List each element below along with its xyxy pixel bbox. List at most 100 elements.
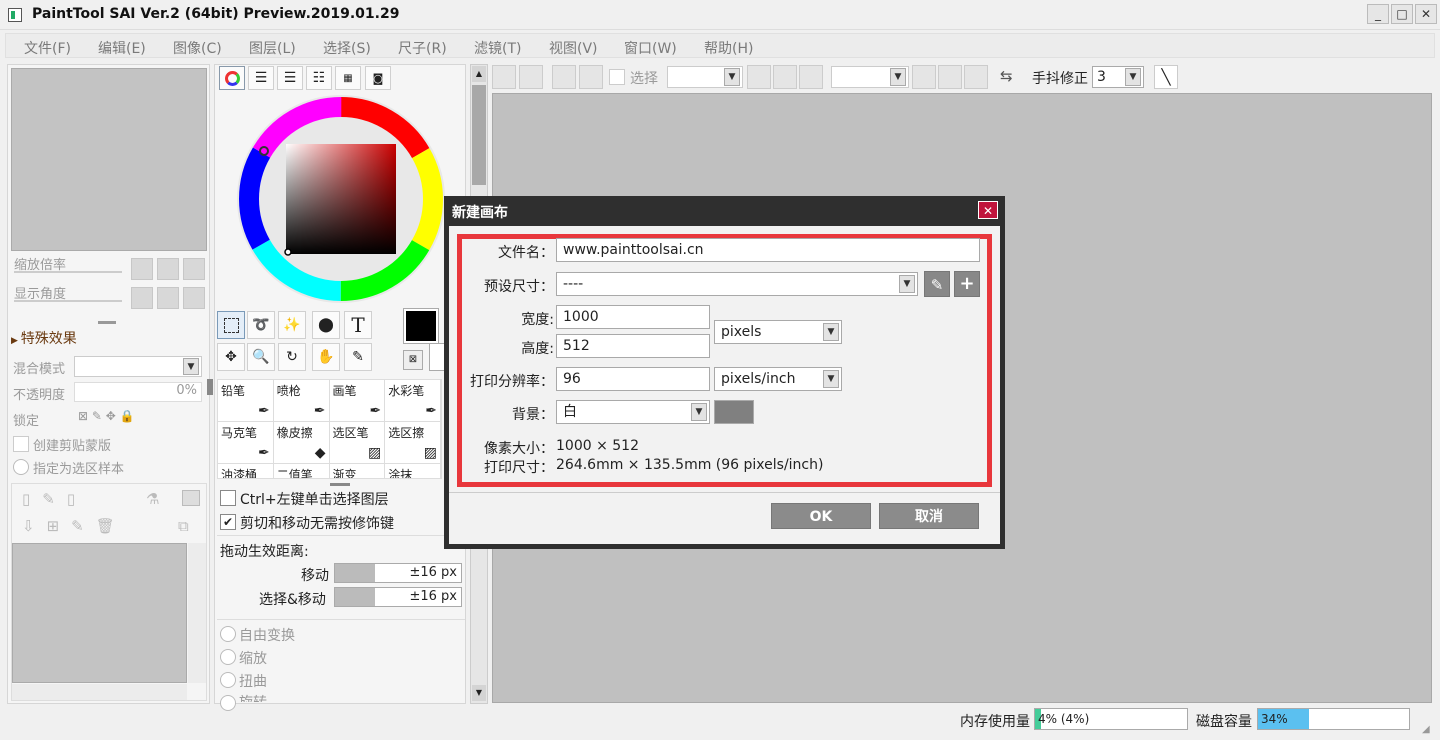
zoom-in-icon[interactable] [773,65,797,89]
zoom-tool[interactable]: 🔍 [247,343,275,371]
flip-icon[interactable]: ⇆ [1000,67,1013,85]
swatch-tab[interactable]: ▦ [335,66,361,90]
zoom-out-button[interactable] [131,258,153,280]
rotate-radio[interactable] [220,695,236,711]
ctrl-click-checkbox[interactable] [220,490,236,506]
move-tool[interactable]: ✥ [217,343,245,371]
zoom-reset-icon[interactable] [799,65,823,89]
shape-tool[interactable]: ⬤ [312,311,340,339]
angle-slider[interactable] [14,300,122,302]
menu-window[interactable]: 窗口(W) [624,38,677,58]
stabilizer-select[interactable]: 3 ▼ [1092,66,1144,88]
zoom-slider[interactable] [14,271,122,273]
brush-grid[interactable]: 铅笔 ✒ 喷枪 ✒ 画笔 ✒ 水彩笔 ✒ 马克笔 ✒ 橡皮擦 ◆ 选区笔 ▨ 选区擦 ▨ 油漆桶… [217,379,442,479]
zoom-reset-button[interactable] [183,258,205,280]
resize-grip-icon[interactable]: ◢ [1422,724,1430,735]
panel-splitter[interactable] [98,321,116,324]
brush-select-pen[interactable]: 选区笔 ▨ [329,422,386,464]
rotate-tool[interactable]: ↻ [278,343,306,371]
free-transform-radio[interactable] [220,626,236,642]
menu-image[interactable]: 图像(C) [173,38,222,58]
rotate-left-button[interactable] [131,287,153,309]
magic-wand-tool[interactable]: ✨ [278,311,306,339]
filename-input[interactable]: www.painttoolsai.cn [556,238,980,262]
lasso-tool[interactable]: ➰ [247,311,275,339]
primary-color-swatch[interactable] [403,308,439,344]
menu-select[interactable]: 选择(S) [323,38,371,58]
menu-edit[interactable]: 编辑(E) [98,38,146,58]
close-button[interactable]: ✕ [1415,4,1437,24]
maximize-button[interactable]: □ [1391,4,1413,24]
color-wheel[interactable] [235,93,447,305]
marquee-tool[interactable] [217,311,245,339]
brush-select-eraser[interactable]: 选区擦 ▨ [385,422,441,464]
zoom-in-button[interactable] [157,258,179,280]
brush-airbrush[interactable]: 喷枪 ✒ [273,380,330,422]
layer-list-hscrollbar[interactable] [12,684,187,700]
select-move-distance-slider[interactable]: ±16 px [334,587,462,607]
distort-radio[interactable] [220,672,236,688]
menu-layer[interactable]: 图层(L) [249,38,296,58]
brush-brush[interactable]: 画笔 ✒ [329,380,386,422]
opacity-slider[interactable]: 0% [74,382,202,402]
layer-list[interactable] [12,543,187,683]
layer-filter-icon[interactable]: ⚗ [146,490,159,508]
ok-button[interactable]: OK [771,503,871,529]
brush-bucket[interactable]: 油漆桶 [218,464,274,478]
rgb-slider-tab[interactable]: ☰ [248,66,274,90]
menu-file[interactable]: 文件(F) [24,38,71,58]
scroll-down-icon[interactable]: ▼ [472,685,486,701]
menu-view[interactable]: 视图(V) [549,38,598,58]
preset-settings-button[interactable]: ✎ [924,271,950,297]
preset-select[interactable]: ---- ▼ [556,272,918,296]
layer-merge-icon[interactable]: ⧉ [178,517,189,535]
rotate-right-button[interactable] [157,287,179,309]
height-input[interactable]: 512 [556,334,710,358]
scratchpad-tab[interactable]: ◙ [365,66,391,90]
unit-select[interactable]: pixels ▼ [714,320,842,344]
transparent-color-icon[interactable]: ⊠ [403,350,423,370]
lock-icons[interactable]: ⊠ ✎ ✥ 🔒 [78,409,135,423]
selection-checkbox[interactable] [609,69,625,85]
layer-list-scrollbar[interactable] [188,543,206,683]
layer-action-icons-row1[interactable]: ▯✎▯ [22,490,87,508]
deselect-icon[interactable] [552,65,576,89]
scroll-up-icon[interactable]: ▲ [472,66,486,82]
layer-action-icons-row2[interactable]: ⇩⊞✎🗑 [22,517,127,535]
mixer-tab[interactable]: ☷ [306,66,332,90]
menu-ruler[interactable]: 尺子(R) [398,38,447,58]
rotate-ccw-icon[interactable] [912,65,936,89]
cut-move-checkbox[interactable]: ✔ [220,514,236,530]
cancel-button[interactable]: 取消 [879,503,979,529]
dialog-close-button[interactable]: ✕ [978,201,998,219]
zoom-out-icon[interactable] [747,65,771,89]
rotate-reset-icon[interactable] [964,65,988,89]
text-tool[interactable]: T [344,311,372,339]
menu-help[interactable]: 帮助(H) [704,38,753,58]
menu-filter[interactable]: 滤镜(T) [474,38,521,58]
zoom-combo[interactable]: ▼ [667,66,743,88]
minimize-button[interactable]: _ [1367,4,1389,24]
rotate-cw-icon[interactable] [938,65,962,89]
rotate-reset-button[interactable] [183,287,205,309]
tool-panel-splitter[interactable] [207,379,213,395]
brush-pencil[interactable]: 铅笔 ✒ [218,380,274,422]
clip-mask-checkbox[interactable] [13,436,29,452]
brush-eraser[interactable]: 橡皮擦 ◆ [273,422,330,464]
blend-select[interactable]: ▼ [74,356,202,377]
dpi-unit-select[interactable]: pixels/inch ▼ [714,367,842,391]
brush-splitter[interactable] [330,483,350,486]
width-input[interactable]: 1000 [556,305,710,329]
layer-mask-icon[interactable] [182,490,200,506]
angle-combo[interactable]: ▼ [831,66,909,88]
add-preset-button[interactable]: + [954,271,980,297]
line-tool-icon[interactable]: ╲ [1154,65,1178,89]
color-wheel-tab[interactable] [219,66,245,90]
brush-smudge[interactable]: 涂抹 [385,464,441,478]
brush-marker[interactable]: 马克笔 ✒ [218,422,274,464]
dpi-input[interactable]: 96 [556,367,710,391]
background-color-swatch[interactable] [714,400,754,424]
brush-gradient[interactable]: 渐变 [329,464,386,478]
hand-tool[interactable]: ✋ [312,343,340,371]
brush-binary[interactable]: 二值笔 [273,464,330,478]
